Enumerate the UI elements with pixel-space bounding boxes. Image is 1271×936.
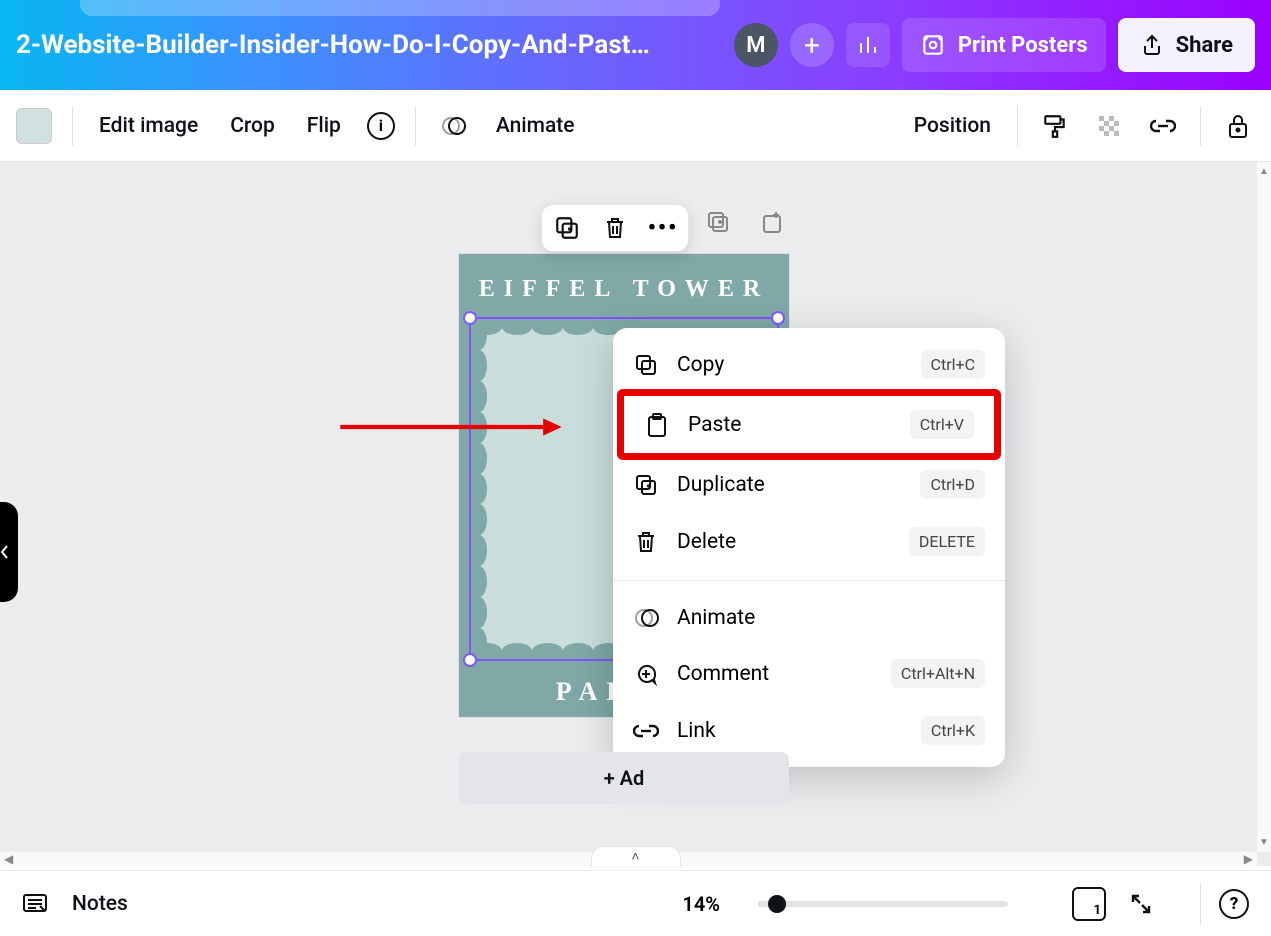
- keyboard-shortcut: Ctrl+D: [920, 470, 985, 499]
- notes-button[interactable]: Notes: [66, 888, 134, 920]
- zoom-slider-thumb[interactable]: [768, 895, 786, 913]
- context-menu-label: Comment: [677, 662, 769, 686]
- footer-bar: Notes 14% 1 ?: [0, 870, 1271, 936]
- animate-icon: [436, 111, 470, 141]
- delete-icon[interactable]: [602, 215, 628, 241]
- context-menu-item-link[interactable]: Link Ctrl+K: [613, 702, 1005, 759]
- insights-button[interactable]: [846, 23, 890, 67]
- color-swatch[interactable]: [16, 108, 52, 144]
- keyboard-shortcut: Ctrl+C: [921, 350, 985, 379]
- flip-button[interactable]: Flip: [301, 110, 347, 142]
- context-menu-label: Copy: [677, 353, 724, 377]
- print-posters-label: Print Posters: [958, 33, 1088, 58]
- share-button[interactable]: Share: [1118, 18, 1255, 72]
- selection-toolbar: •••: [541, 204, 689, 252]
- page-corner-tools: [706, 210, 786, 236]
- context-menu-item-duplicate[interactable]: Duplicate Ctrl+D: [613, 456, 1005, 513]
- context-menu-label: Duplicate: [677, 473, 765, 497]
- context-menu-label: Link: [677, 719, 716, 743]
- print-posters-button[interactable]: Print Posters: [902, 18, 1106, 72]
- add-page-icon[interactable]: [760, 210, 786, 236]
- context-menu-item-delete[interactable]: Delete DELETE: [613, 513, 1005, 570]
- transparency-icon[interactable]: [1092, 111, 1126, 141]
- trash-icon: [633, 529, 659, 555]
- more-icon[interactable]: •••: [650, 215, 676, 241]
- page-indicator[interactable]: 1: [1072, 887, 1106, 921]
- editor-toolbar: Edit image Crop Flip i Animate Position: [0, 90, 1271, 162]
- avatar[interactable]: M: [734, 23, 778, 67]
- duplicate-page-icon[interactable]: [706, 210, 732, 236]
- keyboard-shortcut: Ctrl+Alt+N: [891, 659, 985, 688]
- context-menu: Copy Ctrl+C Paste Ctrl+V Duplicate: [613, 328, 1005, 767]
- poster-title-text[interactable]: EIFFEL TOWER: [479, 276, 770, 303]
- keyboard-shortcut: Ctrl+K: [921, 716, 985, 745]
- app-header: 2-Website-Builder-Insider-How-Do-I-Copy-…: [0, 0, 1271, 90]
- notes-icon: [22, 891, 48, 917]
- context-menu-label: Animate: [677, 606, 755, 630]
- comment-icon: [633, 661, 659, 687]
- edit-image-button[interactable]: Edit image: [93, 110, 204, 142]
- pages-panel-toggle[interactable]: ˄: [591, 846, 681, 866]
- context-menu-item-copy[interactable]: Copy Ctrl+C: [613, 336, 1005, 393]
- canvas-area[interactable]: EIFFEL TOWER PARIS, •••: [0, 162, 1271, 866]
- paste-icon: [644, 412, 670, 438]
- zoom-slider[interactable]: [758, 901, 1008, 907]
- context-menu-label: Paste: [688, 413, 741, 437]
- resize-handle-tl[interactable]: [463, 311, 477, 325]
- context-menu-label: Delete: [677, 530, 736, 554]
- share-label: Share: [1176, 33, 1233, 58]
- animate-icon: [633, 605, 659, 631]
- side-panel-expand-handle[interactable]: [0, 502, 18, 602]
- copy-icon: [633, 352, 659, 378]
- crop-button[interactable]: Crop: [224, 110, 281, 142]
- link-icon[interactable]: [1146, 111, 1180, 141]
- info-icon[interactable]: i: [367, 112, 395, 140]
- keyboard-shortcut: Ctrl+V: [910, 410, 974, 439]
- add-member-button[interactable]: +: [790, 23, 834, 67]
- resize-handle-tr[interactable]: [771, 311, 785, 325]
- document-title[interactable]: 2-Website-Builder-Insider-How-Do-I-Copy-…: [16, 30, 656, 60]
- context-menu-item-paste[interactable]: Paste Ctrl+V: [624, 396, 994, 453]
- fullscreen-icon[interactable]: [1124, 889, 1158, 919]
- paint-roller-icon[interactable]: [1038, 111, 1072, 141]
- link-icon: [633, 718, 659, 744]
- position-button[interactable]: Position: [908, 110, 997, 142]
- add-page-button[interactable]: + Ad: [459, 752, 789, 804]
- duplicate-icon: [633, 472, 659, 498]
- lock-icon[interactable]: [1221, 111, 1255, 141]
- zoom-percent[interactable]: 14%: [682, 892, 720, 916]
- resize-handle-bl[interactable]: [463, 653, 477, 667]
- context-menu-item-animate[interactable]: Animate: [613, 591, 1005, 645]
- duplicate-icon[interactable]: [554, 215, 580, 241]
- annotation-highlight: Paste Ctrl+V: [617, 389, 1001, 460]
- keyboard-shortcut: DELETE: [909, 527, 985, 556]
- help-button[interactable]: ?: [1219, 889, 1249, 919]
- animate-button[interactable]: Animate: [490, 110, 581, 142]
- vertical-scrollbar[interactable]: ▲▼: [1257, 162, 1271, 852]
- context-menu-item-comment[interactable]: Comment Ctrl+Alt+N: [613, 645, 1005, 702]
